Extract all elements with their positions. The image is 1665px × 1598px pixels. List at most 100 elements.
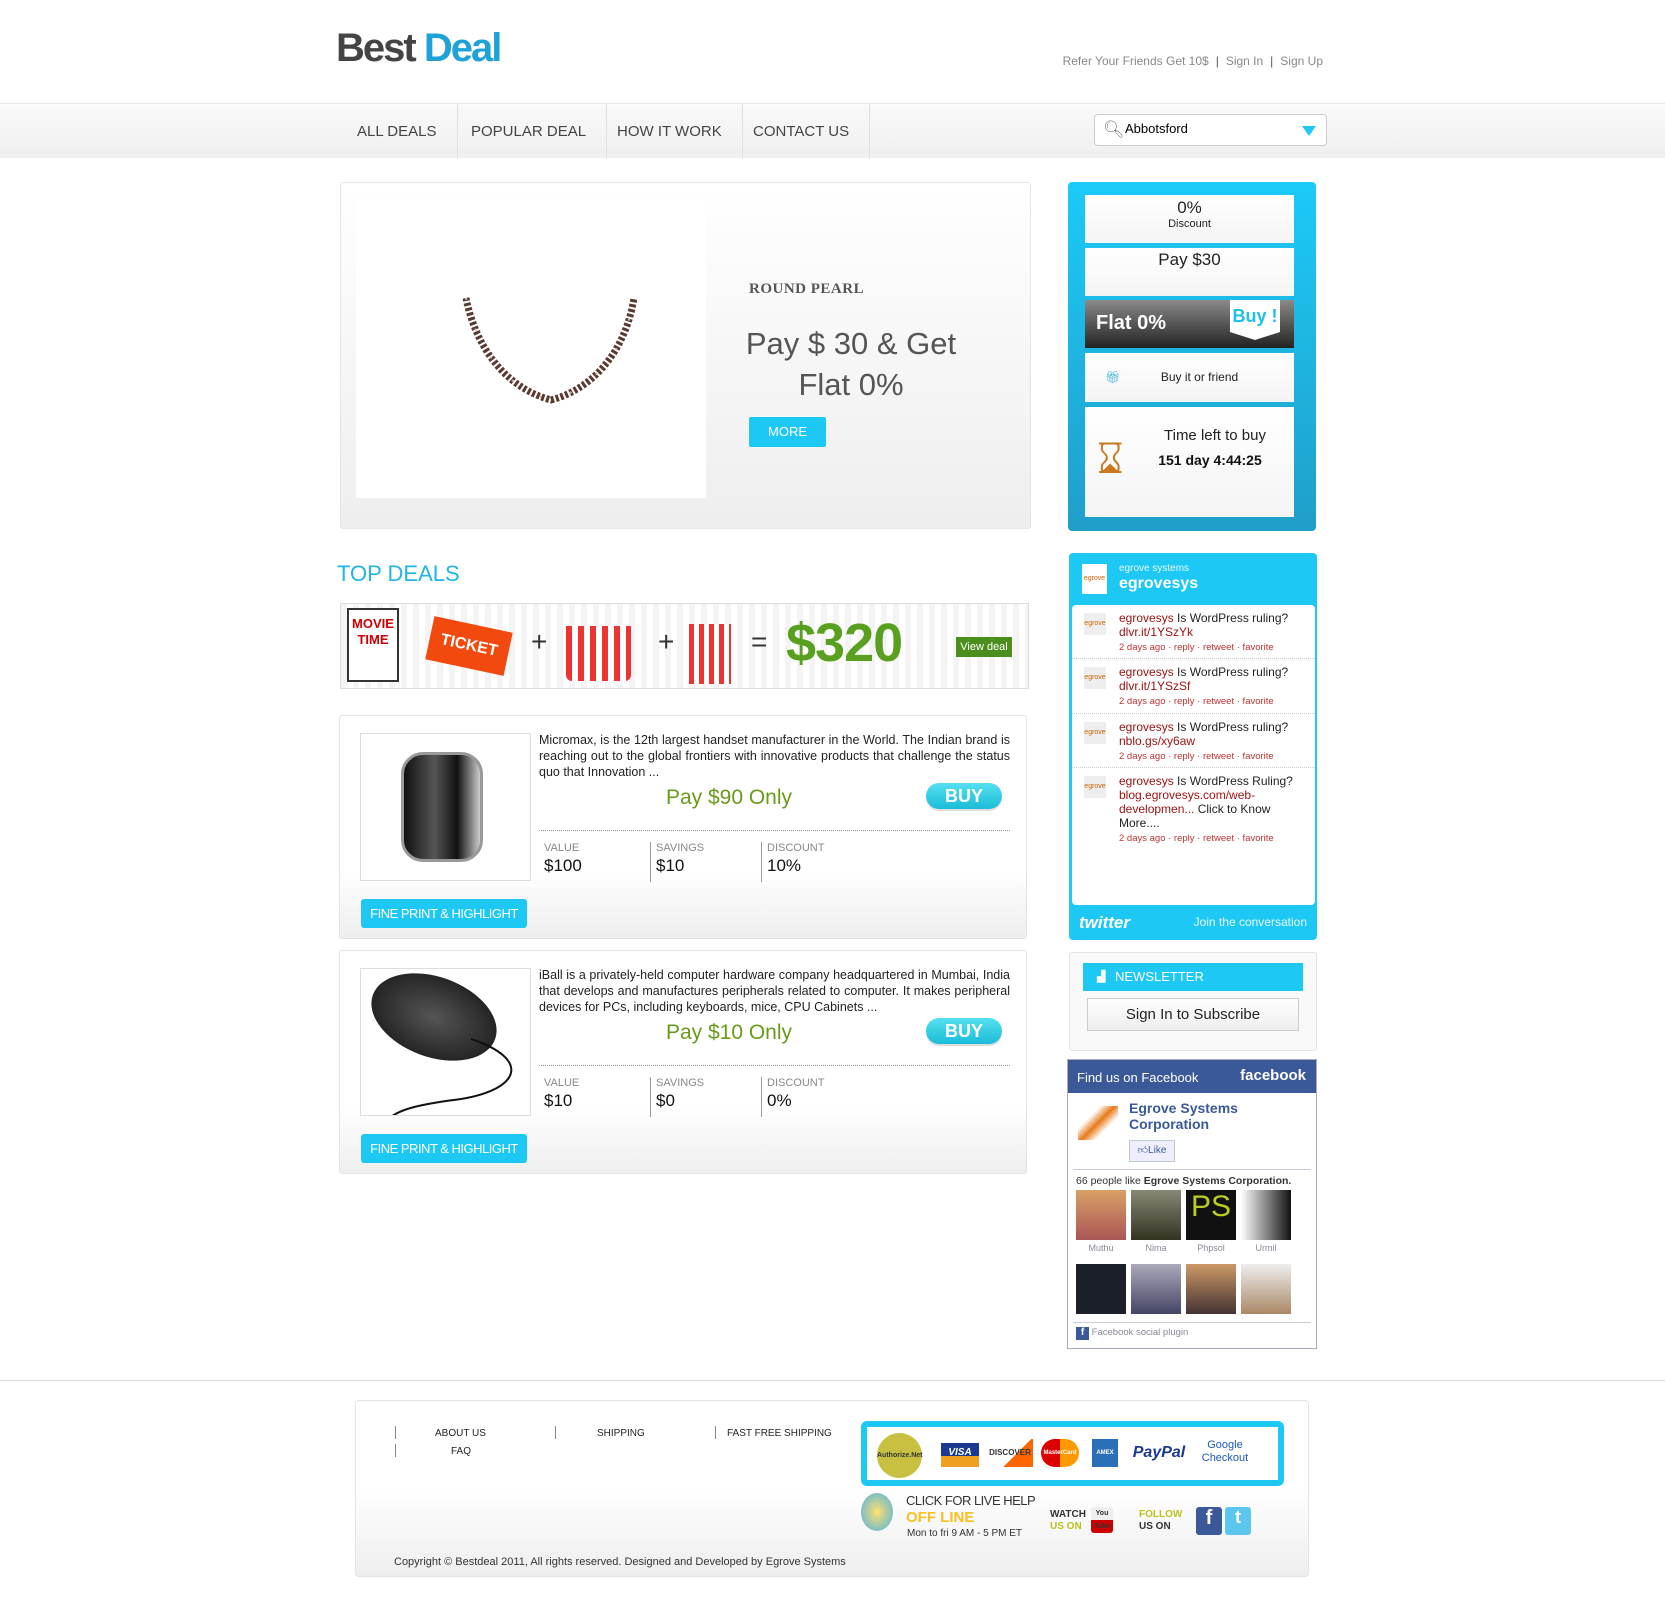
tweet-user[interactable]: egrovesys [1119, 774, 1174, 788]
discount-label: DISCOUNT [767, 842, 825, 854]
necklace-image [462, 297, 638, 404]
buy-button[interactable]: BUY [926, 783, 1002, 809]
tweet: egrove egrovesys Is WordPress Ruling? blo… [1072, 768, 1315, 850]
fine-print-button[interactable]: FINE PRINT & HIGHLIGHT [361, 1134, 527, 1163]
fan-photo[interactable] [1131, 1190, 1181, 1240]
nav-contact-us[interactable]: CONTACT US [733, 104, 871, 159]
grid-icon: ▟ [1097, 971, 1106, 983]
find-us-label: Find us on Facebook [1077, 1070, 1199, 1085]
refer-link[interactable]: Refer Your Friends Get 10$ [1063, 54, 1209, 68]
tweet: egrove egrovesys Is WordPress ruling? nbl… [1072, 714, 1315, 768]
footer-about-us[interactable]: ABOUT US [435, 1428, 486, 1439]
movie-deal-banner[interactable]: MOVIE TIME TICKET + + = $320 View deal [340, 603, 1029, 689]
tweet-list: egrove egrovesys Is WordPress ruling? dlv… [1072, 605, 1315, 905]
nav-popular-deal[interactable]: POPULAR DEAL [451, 104, 608, 159]
tweet-user[interactable]: egrovesys [1119, 611, 1174, 625]
tweet-link[interactable]: dlvr.it/1YSzSf [1119, 679, 1190, 693]
more-button[interactable]: MORE [749, 417, 826, 447]
logo[interactable]: Best Deal [336, 26, 502, 71]
fan-photo[interactable]: PS [1186, 1190, 1236, 1240]
chat-bubble-icon[interactable] [861, 1493, 893, 1531]
youtube-icon[interactable]: You Tube [1091, 1507, 1113, 1533]
deal-name: ROUND PEARL [749, 281, 865, 297]
product-image [360, 733, 531, 881]
tweet-meta[interactable]: 2 days ago · reply · retweet · favorite [1119, 832, 1307, 846]
sign-up-link[interactable]: Sign Up [1280, 54, 1323, 68]
fan-name[interactable]: Muthu [1076, 1243, 1126, 1253]
savings-amount: $10 [656, 856, 685, 875]
tweet-meta[interactable]: 2 days ago · reply · retweet · favorite [1119, 695, 1307, 709]
fan-photo[interactable] [1186, 1264, 1236, 1314]
gift-row[interactable]: 🎁︎ Buy it or friend [1085, 353, 1294, 402]
product-price: Pay $90 Only [665, 786, 793, 809]
tweet-link[interactable]: nblo.gs/xy6aw [1119, 734, 1195, 748]
fan-photo[interactable] [1076, 1190, 1126, 1240]
chevron-down-icon[interactable] [1302, 126, 1316, 136]
mastercard-logo: MasterCard [1041, 1439, 1079, 1467]
twitter-handle[interactable]: egrovesys [1119, 575, 1198, 593]
like-label: Like [1148, 1145, 1167, 1156]
tweet-user[interactable]: egrovesys [1119, 665, 1174, 679]
fan-name[interactable]: Phpsol [1186, 1243, 1236, 1253]
savings-label: SAVINGS [656, 1077, 705, 1089]
nav-how-it-work[interactable]: HOW IT WORK [597, 104, 743, 159]
value-label: VALUE [544, 842, 580, 854]
city-input[interactable] [1125, 121, 1285, 136]
tweet-meta[interactable]: 2 days ago · reply · retweet · favorite [1119, 641, 1307, 655]
social-plugin-label: Facebook social plugin [1091, 1327, 1189, 1338]
discount-cell: 0% Discount [1085, 195, 1294, 243]
top-deals-title: TOP DEALS [337, 561, 460, 586]
product-description: Micromax, is the 12th largest handset ma… [539, 733, 1010, 779]
follow-us-on: FOLLOW US ON [1139, 1509, 1182, 1533]
live-help-link[interactable]: CLICK FOR LIVE HELP [906, 1493, 1036, 1508]
ticket-image: TICKET [425, 616, 513, 676]
tweet: egrove egrovesys Is WordPress ruling? dlv… [1072, 605, 1315, 659]
time-left: 151 day 4:44:25 [1158, 452, 1262, 468]
page-name[interactable]: Egrove Systems Corporation [1129, 1100, 1269, 1132]
avatar: egrove [1084, 776, 1106, 798]
timer-cell: ⌛︎ Time left to buy 151 day 4:44:25 [1085, 407, 1294, 517]
fine-print-button[interactable]: FINE PRINT & HIGHLIGHT [361, 899, 527, 928]
like-count-page: Egrove Systems Corporation. [1143, 1175, 1292, 1187]
view-deal-button[interactable]: View deal [956, 637, 1012, 657]
buy-button[interactable]: BUY [926, 1018, 1002, 1044]
product-card: iBall is a privately-held computer hardw… [339, 950, 1027, 1174]
footer-fast-free-shipping[interactable]: FAST FREE SHIPPING [727, 1428, 832, 1439]
footer-faq[interactable]: FAQ [451, 1446, 471, 1457]
tweet-link[interactable]: dlvr.it/1YSzYk [1119, 625, 1193, 639]
fan-photo[interactable] [1241, 1190, 1291, 1240]
twitter-icon[interactable]: t [1225, 1507, 1251, 1535]
value-amount: $10 [544, 1091, 573, 1110]
tweet-text: Is WordPress ruling? [1173, 611, 1289, 625]
banner-price: $320 [786, 613, 903, 673]
discount-label: Discount [1168, 218, 1211, 230]
facebook-icon[interactable]: f [1196, 1507, 1222, 1535]
join-conversation-link[interactable]: Join the conversation [1194, 915, 1307, 929]
authorize-net-logo: Authorize.Net [877, 1433, 923, 1478]
facebook-icon: f [1076, 1327, 1089, 1340]
fan-name[interactable]: Urmil [1241, 1243, 1291, 1253]
tweet-meta[interactable]: 2 days ago · reply · retweet · favorite [1119, 750, 1307, 764]
product-description: iBall is a privately-held computer hardw… [539, 968, 1010, 1014]
discount-label: DISCOUNT [767, 1077, 825, 1089]
fan-photo[interactable] [1076, 1264, 1126, 1314]
fan-name[interactable]: Nima [1131, 1243, 1181, 1253]
nav-all-deals[interactable]: ALL DEALS [337, 104, 458, 159]
like-button[interactable]: 👍︎Like [1129, 1140, 1175, 1162]
popcorn-image [566, 626, 631, 681]
savings-stat: SAVINGS $10 [650, 842, 760, 882]
sign-in-link[interactable]: Sign In [1226, 54, 1263, 68]
google-checkout-logo: Google Checkout [1201, 1439, 1249, 1464]
footer-shipping[interactable]: SHIPPING [597, 1428, 645, 1439]
avatar: egrove [1084, 722, 1106, 744]
facebook-logo[interactable]: facebook [1240, 1067, 1306, 1084]
newsletter-header: ▟ NEWSLETTER [1083, 963, 1303, 991]
city-select[interactable]: 🔍︎ [1094, 114, 1327, 146]
watch-on-label: US ON [1050, 1521, 1082, 1532]
tweet-user[interactable]: egrovesys [1119, 720, 1174, 734]
fan-photo[interactable] [1131, 1264, 1181, 1314]
subscribe-button[interactable]: Sign In to Subscribe [1087, 998, 1299, 1031]
fan-photo[interactable] [1241, 1264, 1291, 1314]
buy-button[interactable]: Buy ! [1230, 300, 1280, 340]
twitter-logo[interactable]: twitter [1079, 913, 1130, 933]
